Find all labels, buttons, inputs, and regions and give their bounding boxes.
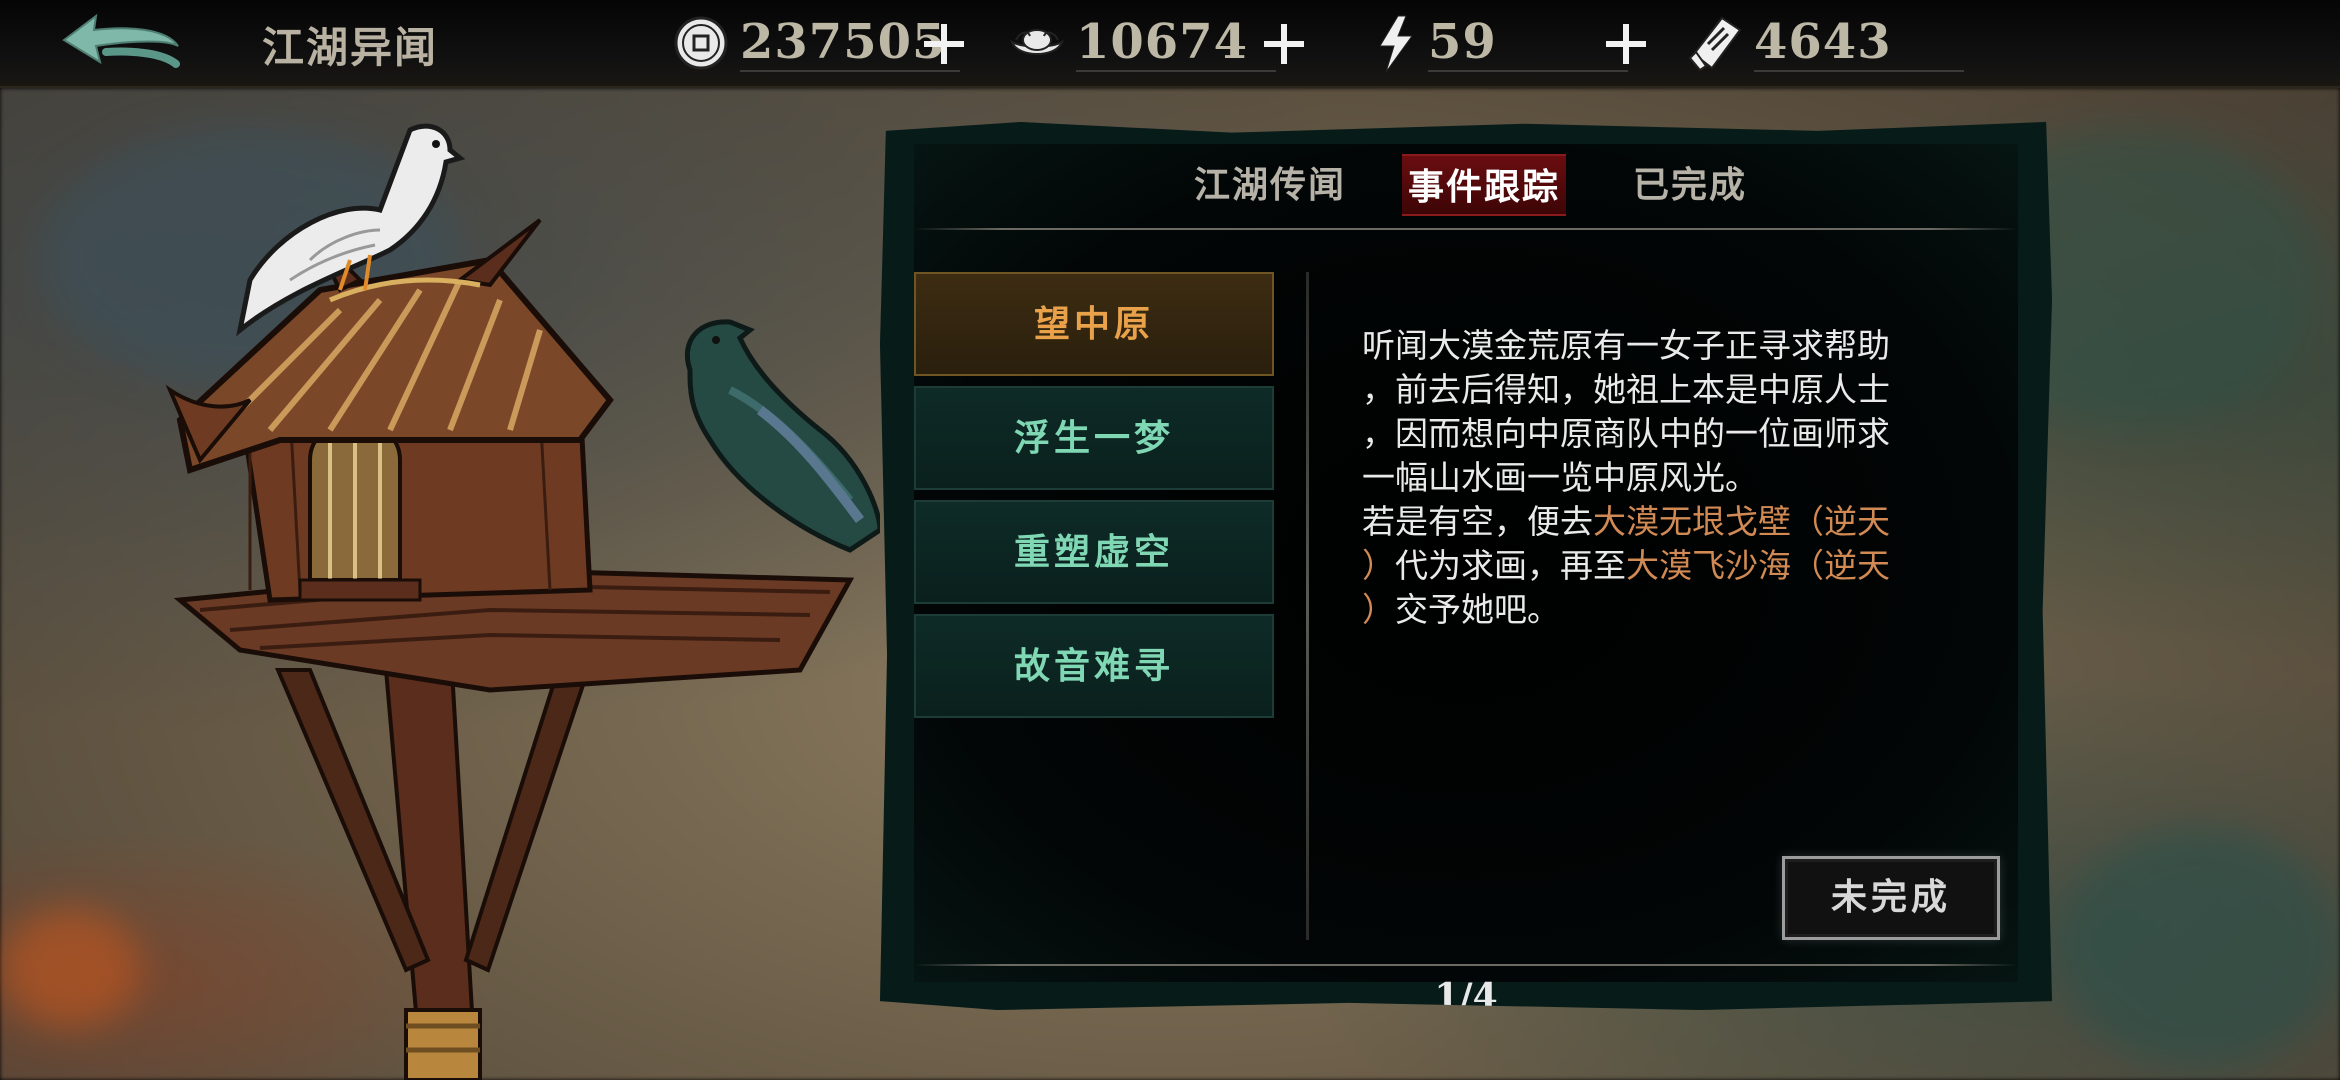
pigeon-house-illustration: [165, 123, 880, 1080]
quest-item-guyinnanxun[interactable]: 故音难寻: [914, 614, 1274, 718]
resource-underline: [740, 70, 960, 72]
tab-divider: [914, 228, 2018, 230]
tickets-value: 4643: [1754, 14, 1892, 70]
resource-silver: 10674: [1008, 8, 1308, 80]
quest-item-wangzhongyuan[interactable]: 望中原: [914, 272, 1274, 376]
description-line: ，因而想向中原商队中的一位画师求: [1362, 414, 1890, 453]
tab-bar: 江湖传闻 事件跟踪 已完成: [914, 144, 2018, 236]
resource-underline: [1754, 70, 1964, 72]
add-energy-button[interactable]: [1604, 22, 1648, 66]
resource-underline: [1076, 70, 1276, 72]
energy-value: 59: [1428, 14, 1497, 70]
add-coins-button[interactable]: [922, 22, 966, 66]
quest-panel-inner: 江湖传闻 事件跟踪 已完成 望中原 浮生一梦 重塑虚空 故音难寻 听闻大漠金荒原…: [914, 144, 2018, 1010]
green-pigeon: [684, 319, 880, 553]
resource-underline: [1428, 70, 1628, 72]
quest-item-chongsuxukong[interactable]: 重塑虚空: [914, 500, 1274, 604]
description-text: 交予她吧。: [1395, 590, 1560, 629]
copper-coin-icon: [674, 16, 728, 70]
background-figure: [2060, 828, 2340, 1068]
tab-completed[interactable]: 已完成: [1630, 154, 1750, 216]
location-link-sand-sea-end[interactable]: ）: [1362, 590, 1395, 629]
location-link-gobi[interactable]: 大漠无垠戈壁（逆天: [1593, 502, 1890, 541]
resource-tickets: 4643: [1686, 8, 1986, 80]
description-line: ，前去后得知，她祖上本是中原人士: [1362, 370, 1890, 409]
ticket-scroll-icon: [1688, 16, 1742, 72]
location-link-gobi-end[interactable]: ）: [1362, 546, 1395, 585]
description-line: 听闻大漠金荒原有一女子正寻求帮助: [1362, 326, 1890, 365]
description-line: ）代为求画，再至大漠飞沙海（逆天: [1362, 544, 1962, 588]
silver-ingot-icon: [1010, 29, 1064, 55]
add-silver-button[interactable]: [1262, 22, 1306, 66]
quest-panel: 江湖传闻 事件跟踪 已完成 望中原 浮生一梦 重塑虚空 故音难寻 听闻大漠金荒原…: [880, 122, 2052, 1010]
lightning-energy-icon: [1379, 15, 1413, 72]
description-line: 若是有空，便去大漠无垠戈壁（逆天: [1362, 500, 1962, 544]
description-line: 一幅山水画一览中原风光。: [1362, 458, 1758, 497]
bottom-divider: [914, 964, 2018, 966]
silver-value: 10674: [1076, 14, 1248, 70]
description-text: 代为求画，再至: [1395, 546, 1626, 585]
location-link-sand-sea[interactable]: 大漠飞沙海（逆天: [1626, 546, 1890, 585]
incomplete-status-button[interactable]: 未完成: [1782, 856, 2000, 940]
wooden-post: [274, 668, 591, 1080]
background-fire: [0, 908, 140, 1028]
tab-event-tracking[interactable]: 事件跟踪: [1402, 154, 1566, 216]
back-button[interactable]: [56, 10, 188, 78]
top-bar: 江湖异闻 237505 10674 59 4643: [0, 0, 2340, 88]
back-arrow-icon: [62, 13, 180, 68]
tab-rumors[interactable]: 江湖传闻: [1190, 154, 1350, 216]
description-text: 若是有空，便去: [1362, 502, 1593, 541]
quest-item-fushengyimeng[interactable]: 浮生一梦: [914, 386, 1274, 490]
resource-coins: 237505: [672, 8, 982, 80]
resource-energy: 59: [1368, 8, 1658, 80]
house-roof: [165, 218, 614, 474]
quest-description: 听闻大漠金荒原有一女子正寻求帮助 ，前去后得知，她祖上本是中原人士 ，因而想向中…: [1362, 324, 1962, 632]
coins-value: 237505: [740, 14, 947, 70]
page-title: 江湖异闻: [262, 23, 439, 72]
description-line: ）交予她吧。: [1362, 588, 1962, 632]
vertical-divider: [1306, 272, 1309, 940]
